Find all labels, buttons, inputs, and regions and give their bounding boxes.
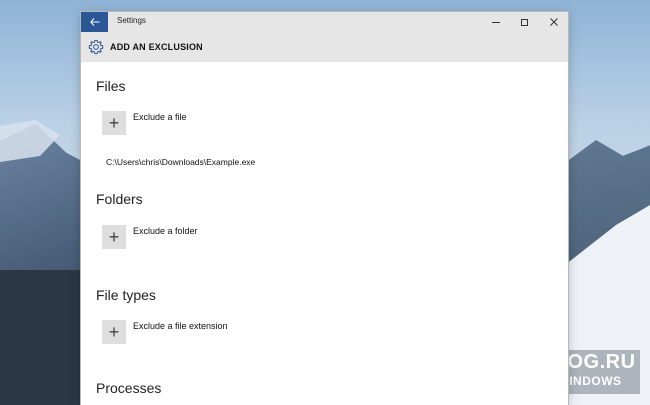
section-title-folders: Folders (96, 191, 143, 207)
minimize-button[interactable] (481, 12, 510, 32)
excluded-file-path[interactable]: C:\Users\chris\Downloads\Example.exe (106, 157, 255, 167)
plus-icon: + (102, 111, 126, 135)
section-title-file-types: File types (96, 287, 156, 303)
back-arrow-icon (89, 18, 99, 26)
plus-icon: + (102, 225, 126, 249)
exclude-file-button[interactable]: + Exclude a file (102, 111, 187, 135)
exclude-file-extension-label: Exclude a file extension (133, 321, 228, 331)
back-button[interactable] (81, 12, 108, 32)
exclude-folder-button[interactable]: + Exclude a folder (102, 225, 198, 249)
exclude-file-label: Exclude a file (133, 112, 187, 122)
page-header: ADD AN EXCLUSION (81, 32, 568, 62)
plus-icon: + (102, 320, 126, 344)
settings-content: Files + Exclude a file C:\Users\chris\Do… (81, 62, 568, 405)
section-title-processes: Processes (96, 380, 162, 396)
forest-left (0, 270, 85, 405)
minimize-icon (491, 21, 500, 23)
window-title: Settings (117, 16, 146, 25)
page-title: ADD AN EXCLUSION (110, 42, 203, 52)
maximize-icon (521, 18, 528, 26)
exclude-folder-label: Exclude a folder (133, 226, 198, 236)
gear-icon (88, 39, 104, 55)
maximize-button[interactable] (510, 12, 539, 32)
close-button[interactable] (539, 12, 568, 32)
title-bar[interactable]: Settings (81, 12, 568, 32)
close-icon (549, 18, 558, 26)
exclude-file-extension-button[interactable]: + Exclude a file extension (102, 320, 228, 344)
window-controls (481, 12, 568, 32)
section-title-files: Files (96, 78, 126, 94)
settings-window: Settings ADD AN EXCLUSION Files + Exclud… (81, 12, 568, 405)
